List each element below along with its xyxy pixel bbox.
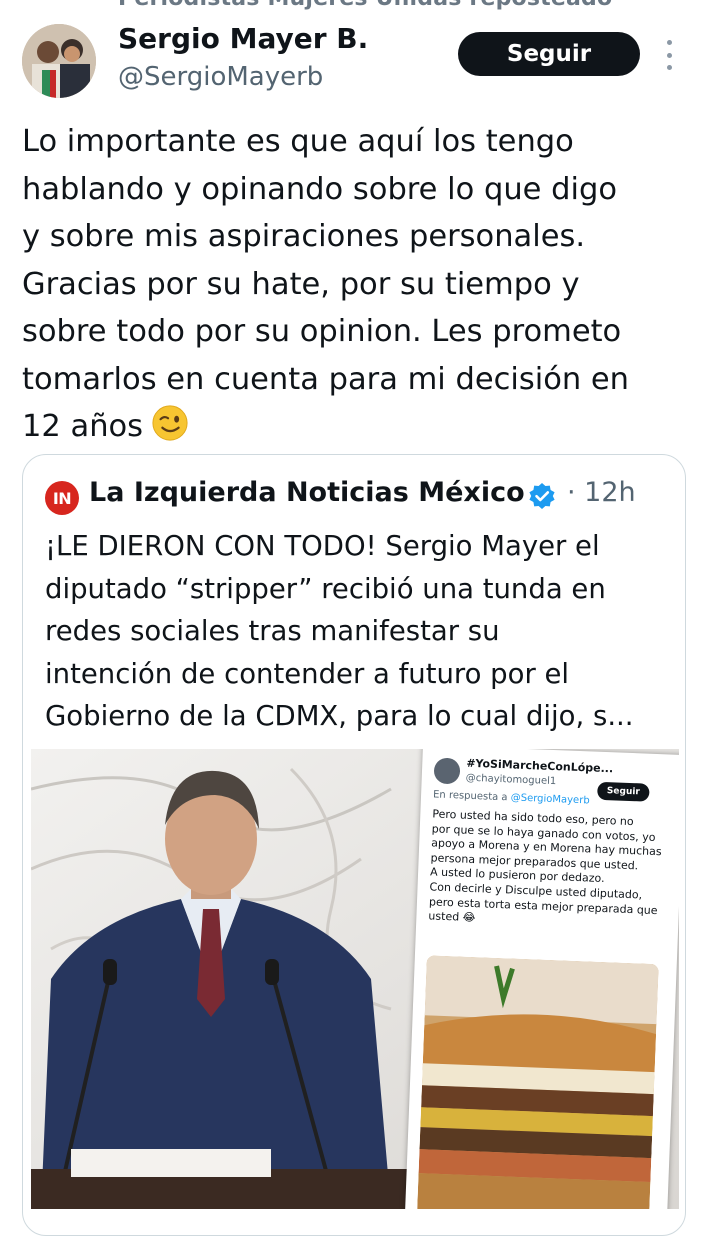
author-avatar[interactable] (22, 24, 96, 98)
quote-timestamp[interactable]: · 12h (567, 477, 636, 508)
quote-line: Gobierno de la CDMX, para lo cual dijo, … (45, 700, 634, 732)
sandwich-image (416, 955, 659, 1209)
embedded-tweet-screenshot: #YoSiMarcheConLópe... @chayitomoguel1 Se… (404, 749, 679, 1209)
tweet-line: hablando y opinando sobre lo que digo (22, 171, 617, 207)
winking-face-emoji-icon (152, 405, 188, 441)
embedded-handle: @chayitomoguel1 (465, 772, 557, 788)
embedded-reply-prefix: En respuesta a (432, 789, 508, 804)
tweet-line: Gracias por su hate, por su tiempo y (22, 266, 580, 302)
tweet-text: Lo importante es que aquí los tengo habl… (22, 118, 692, 451)
more-options-icon[interactable] (664, 40, 674, 70)
quoted-tweet-card[interactable]: IN La Izquierda Noticias México · 12h ¡L… (22, 454, 686, 1236)
tweet-line-text: 12 años (22, 409, 144, 444)
quote-media[interactable]: #YoSiMarcheConLópe... @chayitomoguel1 Se… (31, 749, 679, 1209)
embedded-reply-handle: @SergioMayerb (510, 792, 590, 807)
quote-author-logo[interactable]: IN (45, 481, 79, 515)
quote-author-name[interactable]: La Izquierda Noticias México (89, 477, 525, 508)
avatar-image (22, 24, 96, 98)
repost-header: Periodistas Mujeres Unidas reposteado (118, 0, 612, 11)
quote-line: ¡LE DIERON CON TODO! Sergio Mayer el (45, 530, 600, 562)
embedded-avatar (433, 757, 461, 785)
quote-line: intención de contender a futuro por el (45, 657, 570, 690)
embedded-reply-to: En respuesta a @SergioMayerb (433, 789, 590, 806)
tweet-line: sobre todo por su opinion. Les prometo (22, 314, 622, 349)
author-name[interactable]: Sergio Mayer B. (118, 22, 368, 55)
quote-line: redes sociales tras manifestar su (45, 615, 500, 647)
follow-button[interactable]: Seguir (458, 32, 640, 76)
embedded-name: #YoSiMarcheConLópe... (466, 756, 614, 776)
quote-line: diputado “stripper” recibió una tunda en (45, 572, 606, 605)
tweet-line-last: 12 años (22, 403, 692, 451)
author-handle[interactable]: @SergioMayerb (118, 62, 323, 92)
tweet-line: Lo importante es que aquí los tengo (22, 124, 574, 159)
tweet-line: y sobre mis aspiraciones personales. (22, 219, 586, 254)
quote-text: ¡LE DIERON CON TODO! Sergio Mayer el dip… (45, 525, 675, 738)
embedded-follow-button: Seguir (597, 781, 650, 802)
embedded-text: Pero usted ha sido todo eso, pero no por… (428, 807, 672, 933)
verified-badge-icon (529, 483, 555, 509)
tweet-line: tomarlos en cuenta para mi decisión en (22, 361, 629, 397)
torta-photo (416, 955, 659, 1209)
